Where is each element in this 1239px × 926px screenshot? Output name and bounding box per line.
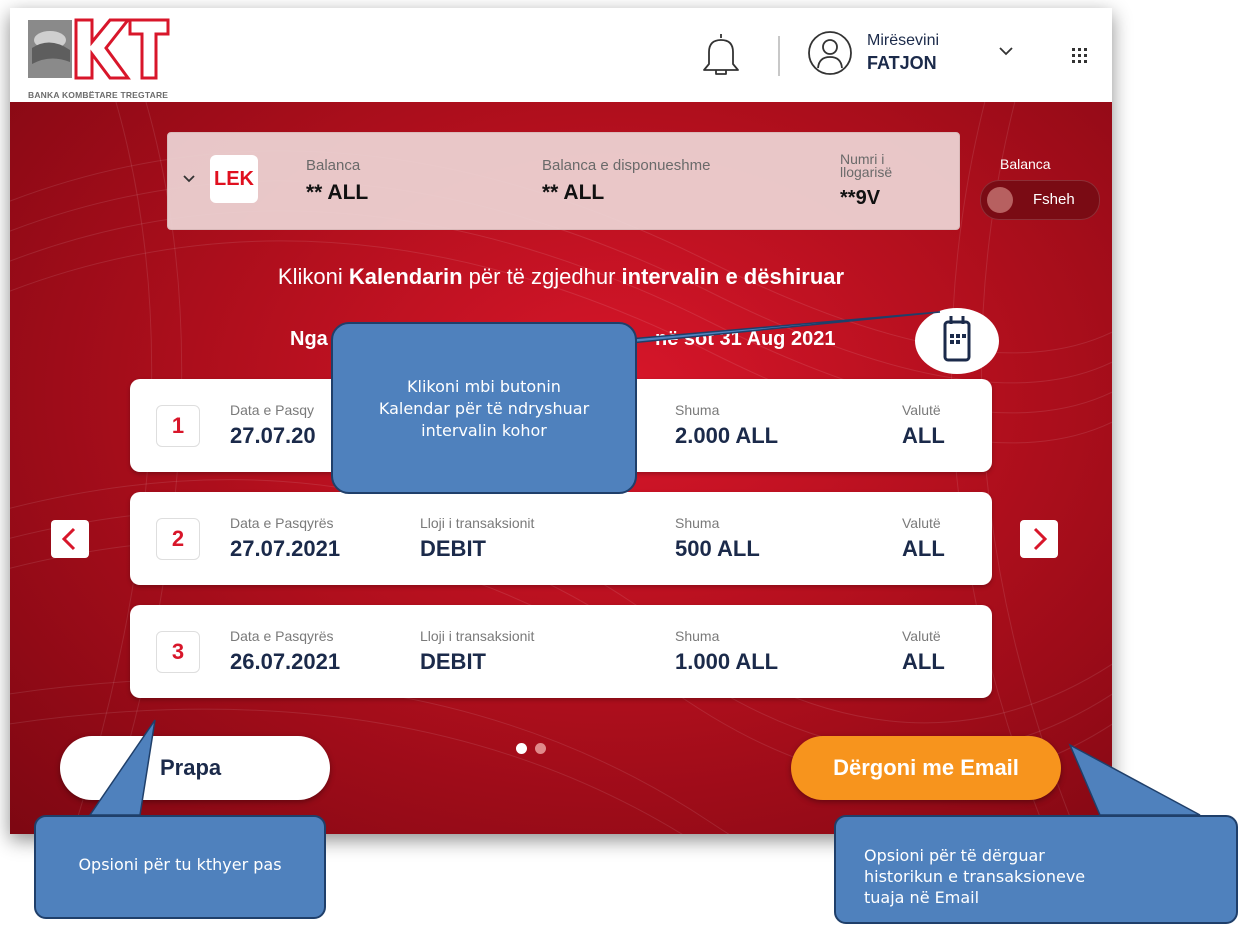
back-button-label: Prapa: [160, 755, 222, 780]
date-range-to-text: në sot 31 Aug 2021: [655, 328, 836, 350]
email-callout-line-2: historikun e transaksioneve: [864, 867, 1086, 886]
date-range-to: në sot 31 Aug 2021: [655, 328, 835, 351]
amount-value: 1.000 ALL: [675, 649, 779, 674]
apps-grid-icon[interactable]: [1070, 46, 1088, 64]
date-label: Data e Pasqyrës: [230, 515, 334, 531]
type-value: DEBIT: [420, 536, 486, 561]
currency-badge: LEK: [210, 155, 258, 203]
next-page-button[interactable]: [1020, 520, 1058, 558]
welcome-text: Mirësevini: [867, 32, 940, 49]
instruction-bold-2: intervalin e dëshiruar: [621, 264, 845, 289]
back-button[interactable]: Prapa: [60, 736, 330, 800]
notification-bell-icon[interactable]: [700, 30, 742, 78]
bkt-logo: BANKA KOMBËTARE TREGTARE: [28, 18, 198, 100]
back-callout: Opsioni për tu kthyer pas: [34, 815, 326, 919]
date-label: Data e Pasqy: [230, 402, 315, 418]
instruction-prefix: Klikoni: [277, 264, 349, 289]
amount-value: 2.000 ALL: [675, 423, 779, 448]
date-label: Data e Pasqyrës: [230, 628, 334, 644]
available-balance-label: Balanca e disponueshme: [542, 157, 711, 174]
account-number-label-2: llogarisë: [840, 164, 893, 180]
currency-label: Valutë: [902, 628, 941, 644]
balance-bar: LEK Balanca ** ALL Balanca e disponueshm…: [167, 132, 960, 230]
instruction-middle: për të zgjedhur: [462, 264, 622, 289]
user-avatar-icon[interactable]: [807, 30, 853, 76]
available-balance-value: ** ALL: [542, 181, 605, 204]
calendar-instruction: Klikoni Kalendarin për të zgjedhur inter…: [10, 264, 1112, 290]
row-number: 1: [156, 405, 200, 447]
row-number: 3: [156, 631, 200, 673]
email-callout: Opsioni për të dërguar historikun e tran…: [834, 815, 1238, 924]
hide-balance-toggle[interactable]: Fsheh: [980, 180, 1100, 220]
type-label: Lloji i transaksionit: [420, 628, 535, 644]
amount-label: Shuma: [675, 402, 720, 418]
calendar-callout-line-3: intervalin kohor: [421, 421, 547, 440]
amount-label: Shuma: [675, 628, 720, 644]
chevron-down-icon[interactable]: [997, 44, 1015, 58]
send-email-button-label: Dërgoni me Email: [833, 755, 1019, 780]
date-value: 26.07.2021: [230, 649, 341, 674]
email-callout-line-3: tuaja në Email: [864, 888, 980, 907]
calendar-callout-line-2: Kalendar për të ndryshuar: [378, 399, 590, 418]
currency-label: Valutë: [902, 515, 941, 531]
previous-page-button[interactable]: [51, 520, 89, 558]
row-number: 2: [156, 518, 200, 560]
calendar-callout-line-1: Klikoni mbi butonin: [407, 377, 561, 396]
date-range-from: Nga: [290, 328, 328, 350]
calendar-icon: [943, 316, 971, 362]
back-callout-text: Opsioni për tu kthyer pas: [78, 855, 282, 874]
toggle-knob: [987, 187, 1013, 213]
instruction-bold-1: Kalendarin: [348, 264, 463, 289]
account-number-value: **9V: [840, 187, 881, 209]
calendar-button[interactable]: [915, 308, 999, 374]
username: FATJON: [867, 53, 937, 73]
account-dropdown-chevron-icon[interactable]: [182, 171, 196, 183]
logo-subtitle: BANKA KOMBËTARE TREGTARE: [28, 90, 169, 100]
currency-value: ALL: [902, 423, 945, 448]
balance-label: Balanca: [306, 157, 361, 174]
header-bar: BANKA KOMBËTARE TREGTARE Mirësevini FATJ…: [10, 8, 1112, 102]
transaction-row-3[interactable]: 3 Data e Pasqyrës 26.07.2021 Lloji i tra…: [130, 605, 992, 698]
balance-value: ** ALL: [306, 181, 369, 204]
type-label: Lloji i transaksionit: [420, 515, 535, 531]
chevron-right-icon: [1033, 527, 1048, 551]
balance-toggle-label: Balanca: [1000, 156, 1051, 172]
date-value: 27.07.20: [230, 423, 316, 448]
amount-label: Shuma: [675, 515, 720, 531]
email-callout-line-1: Opsioni për të dërguar: [864, 846, 1045, 865]
type-value: DEBIT: [420, 649, 486, 674]
currency-label: Valutë: [902, 402, 941, 418]
currency-value: ALL: [902, 536, 945, 561]
pagination-dot[interactable]: [535, 743, 546, 754]
toggle-state-text: Fsheh: [1033, 191, 1075, 208]
header-divider: [778, 36, 780, 76]
send-email-button[interactable]: Dërgoni me Email: [791, 736, 1061, 800]
chevron-left-icon: [61, 527, 76, 551]
pagination-dot-active[interactable]: [516, 743, 527, 754]
amount-value: 500 ALL: [675, 536, 760, 561]
date-value: 27.07.2021: [230, 536, 341, 561]
calendar-callout: Klikoni mbi butonin Kalendar për të ndry…: [331, 322, 637, 494]
currency-value: ALL: [902, 649, 945, 674]
transaction-row-2[interactable]: 2 Data e Pasqyrës 27.07.2021 Lloji i tra…: [130, 492, 992, 585]
